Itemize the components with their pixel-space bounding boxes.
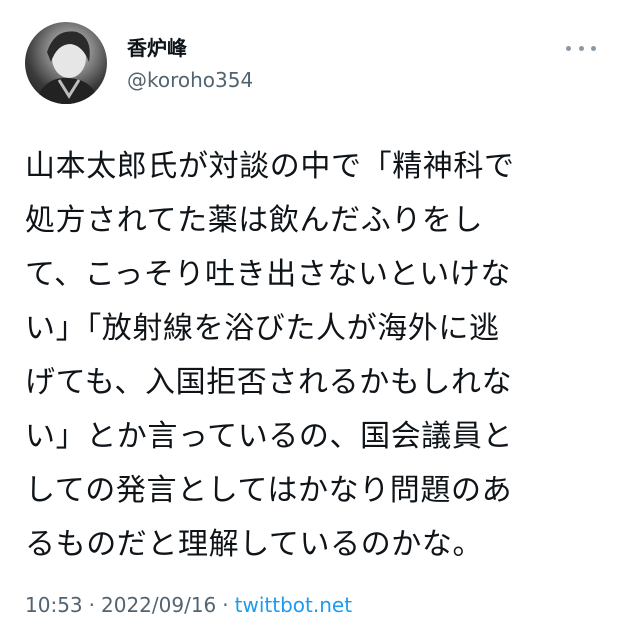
tweet-source-link[interactable]: twittbot.net (235, 593, 352, 617)
profile-avatar-image (35, 31, 99, 104)
tweet-text: 山本太郎氏が対談の中で「精神科で 処方されてた薬は飲んだふりをし て、こっそり吐… (25, 140, 595, 572)
tweet-line: い」「放射線を浴びた人が海外に逃 (25, 311, 500, 346)
tweet-line: るものだと理解しているのかな。 (25, 527, 484, 562)
avatar[interactable] (25, 22, 107, 104)
tweet-date[interactable]: 2022/09/16 (101, 593, 216, 617)
tweet-line: げても、入国拒否されるかもしれな (25, 365, 513, 400)
more-horizontal-icon (566, 45, 571, 51)
more-options-button[interactable] (566, 38, 596, 58)
tweet-line: 山本太郎氏が対談の中で「精神科で (25, 149, 515, 184)
tweet-metadata: 10:53 · 2022/09/16 · twittbot.net (25, 592, 352, 618)
meta-separator: · (88, 593, 95, 617)
meta-separator: · (222, 593, 229, 617)
tweet-time[interactable]: 10:53 (25, 593, 83, 617)
tweet-line: 処方されてた薬は飲んだふりをし (25, 203, 484, 238)
more-horizontal-icon (591, 45, 596, 51)
tweet-line: い」とか言っているの、国会議員と (25, 419, 514, 454)
user-handle[interactable]: @koroho354 (127, 67, 253, 93)
tweet-line: しての発言としてはかなり問題のあ (25, 473, 513, 508)
more-horizontal-icon (578, 45, 584, 51)
tweet-line: て、こっそり吐き出さないといけな (25, 257, 511, 292)
display-name[interactable]: 香炉峰 (127, 35, 187, 61)
